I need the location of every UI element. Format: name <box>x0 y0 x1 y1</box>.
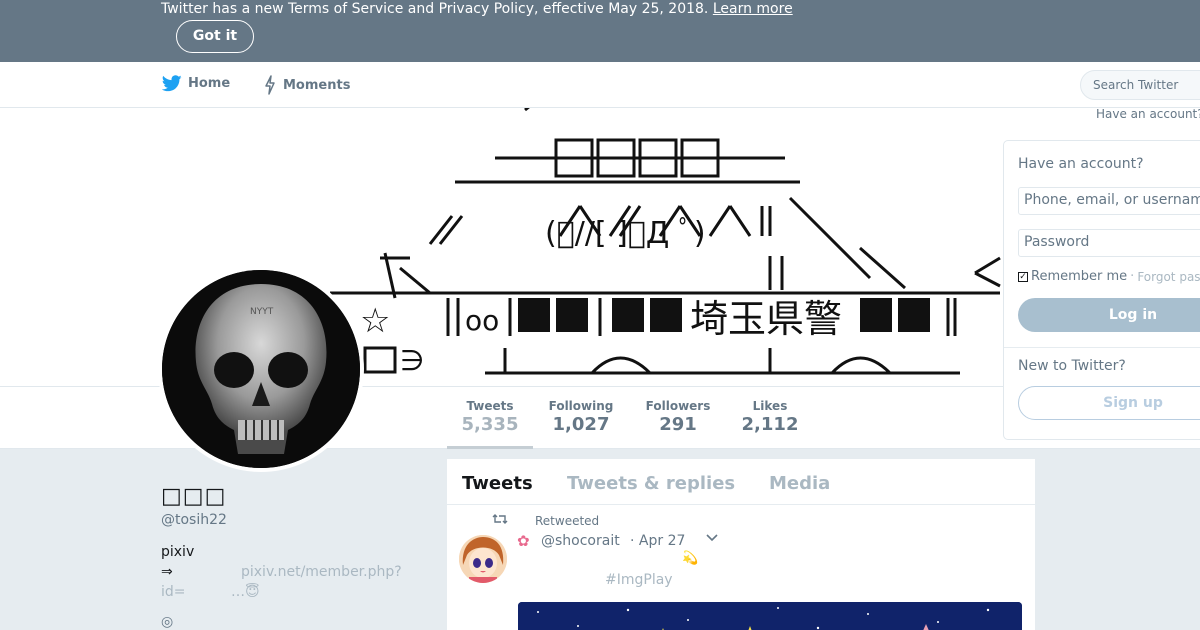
stat-following[interactable]: Following 1,027 <box>541 399 621 435</box>
bio-line-2: ⇒ <box>161 564 173 580</box>
tweet-media-image[interactable] <box>518 602 1022 630</box>
profile-name: □□□ <box>161 484 227 509</box>
top-nav: Home Moments Search Twitter <box>0 62 1200 108</box>
tweet-author-avatar[interactable] <box>459 535 507 583</box>
retweeted-label: Retweeted <box>535 514 600 528</box>
header-sign-text: 埼玉県警 <box>690 297 842 341</box>
stat-followers[interactable]: Followers 291 <box>640 399 716 435</box>
nav-home[interactable]: Home <box>162 75 230 92</box>
stat-likes-value: 2,112 <box>741 414 799 435</box>
stat-following-value: 1,027 <box>552 414 610 435</box>
stat-likes[interactable]: Likes 2,112 <box>735 399 805 435</box>
have-account-link[interactable]: Have an account? <box>1096 107 1200 121</box>
new-to-twitter-label: New to Twitter? <box>1018 358 1126 374</box>
dizzy-star-icon: 💫 <box>682 551 699 566</box>
stat-followers-label: Followers <box>645 399 711 413</box>
nav-home-label: Home <box>188 76 231 91</box>
tweet-date[interactable]: · Apr 27 <box>630 533 685 549</box>
tos-banner: Twitter has a new Terms of Service and P… <box>0 0 1200 62</box>
svg-text:(ﾟ//[ ]ﾟД ﾟ): (ﾟ//[ ]ﾟД ﾟ) <box>545 216 706 251</box>
svg-text:∋: ∋ <box>400 344 424 377</box>
tab-tweets[interactable]: Tweets <box>462 473 533 494</box>
search-input[interactable]: Search Twitter <box>1080 70 1200 100</box>
bio-ellipsis: …😇 <box>231 584 260 600</box>
svg-text:oo: oo <box>465 304 499 337</box>
tweet-hashtag[interactable]: #ImgPlay <box>605 572 673 588</box>
twitter-bird-icon <box>162 75 182 92</box>
profile-avatar[interactable]: NYYT <box>158 266 364 472</box>
svg-text:☆: ☆ <box>360 301 390 341</box>
chevron-down-icon[interactable] <box>705 531 719 547</box>
remember-row: ✓ Remember me · Forgot password? <box>1018 269 1200 284</box>
svg-text:NYYT: NYYT <box>250 307 274 317</box>
banner-message: Twitter has a new Terms of Service and P… <box>161 0 793 18</box>
nav-moments[interactable]: Moments <box>263 75 350 95</box>
login-title: Have an account? <box>1018 156 1144 172</box>
bio-line-3[interactable]: id= <box>161 584 186 600</box>
sign-up-button[interactable]: Sign up <box>1018 386 1200 420</box>
banner-text: Twitter has a new Terms of Service and P… <box>161 1 709 17</box>
tweet-author-handle[interactable]: @shocorait <box>541 533 620 549</box>
username-input[interactable]: Phone, email, or username <box>1018 187 1200 215</box>
remember-checkbox[interactable]: ✓ <box>1018 271 1028 282</box>
skull-avatar-image: NYYT <box>162 270 360 468</box>
bio-line-1: pixiv <box>161 544 195 560</box>
timeline: Tweets Tweets & replies Media Retweeted … <box>447 459 1035 630</box>
forgot-password-link[interactable]: Forgot password? <box>1137 270 1200 284</box>
password-input[interactable]: Password <box>1018 229 1200 257</box>
login-card: Have an account? Phone, email, or userna… <box>1003 140 1200 440</box>
profile-handle[interactable]: @tosih22 <box>161 512 227 528</box>
retweet-icon <box>492 513 508 529</box>
stat-likes-label: Likes <box>752 399 788 413</box>
remember-label[interactable]: Remember me <box>1031 269 1127 284</box>
tab-tweets-replies[interactable]: Tweets & replies <box>567 473 735 494</box>
nav-moments-label: Moments <box>283 77 351 93</box>
stat-tweets[interactable]: Tweets 5,335 <box>447 399 533 449</box>
bio-link[interactable]: pixiv.net/member.php? <box>241 564 402 580</box>
timeline-tabs: Tweets Tweets & replies Media <box>447 459 1035 505</box>
lightning-icon <box>265 75 275 95</box>
stat-tweets-value: 5,335 <box>461 414 519 435</box>
login-divider <box>1004 347 1200 348</box>
remember-separator: · <box>1130 269 1135 284</box>
log-in-button[interactable]: Log in <box>1018 298 1200 332</box>
location-icon: ◎ <box>161 614 174 630</box>
learn-more-link[interactable]: Learn more <box>713 1 793 17</box>
stat-followers-value: 291 <box>659 414 697 435</box>
got-it-button[interactable]: Got it <box>176 20 254 53</box>
stat-following-label: Following <box>548 399 614 413</box>
stat-tweets-label: Tweets <box>466 399 514 413</box>
flower-icon: ✿ <box>517 532 530 550</box>
tab-media[interactable]: Media <box>769 473 830 494</box>
